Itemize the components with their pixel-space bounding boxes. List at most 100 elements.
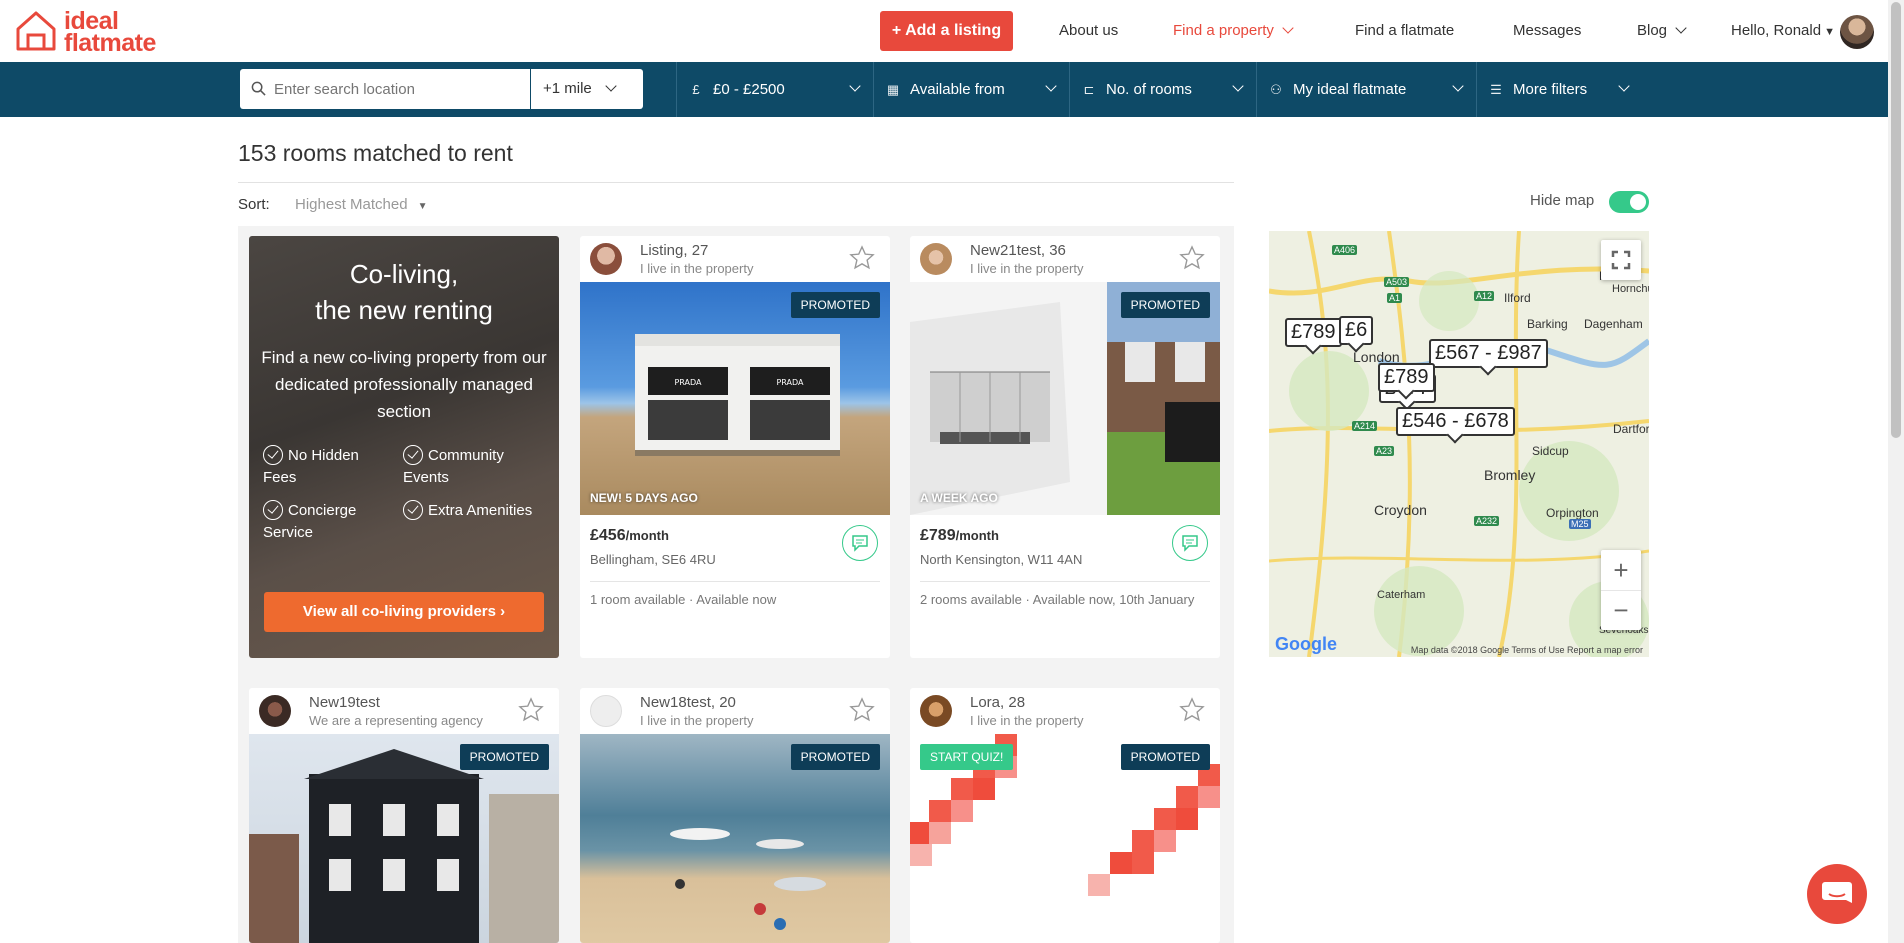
radius-select[interactable]: +1 mile — [531, 69, 643, 109]
svg-text:PRADA: PRADA — [674, 378, 702, 387]
chat-icon — [851, 534, 868, 552]
more-filters[interactable]: ☰ More filters — [1476, 62, 1642, 117]
user-avatar[interactable] — [1840, 15, 1874, 49]
map-place-label: Bromley — [1484, 467, 1536, 483]
listing-card[interactable]: Listing, 27 I live in the property PRADA… — [580, 236, 890, 658]
ideal-flatmate-label: My ideal flatmate — [1293, 81, 1407, 98]
lister-avatar — [259, 695, 291, 727]
map-place-label: Croydon — [1374, 502, 1427, 518]
map-place-label: Dagenham — [1584, 317, 1643, 331]
card-header: Listing, 27 I live in the property — [580, 236, 890, 282]
listing-photo[interactable]: PROMOTED — [580, 734, 890, 943]
map-price-pin[interactable]: £567 - £987 — [1429, 339, 1548, 368]
user-menu[interactable]: Hello, Ronald ▼ — [1731, 22, 1835, 39]
card-header: New21test, 36 I live in the property — [910, 236, 1220, 282]
promoted-badge: PROMOTED — [1120, 744, 1210, 770]
bed-icon: ⊏ — [1083, 82, 1095, 97]
chat-icon — [1822, 882, 1852, 903]
svg-text:PRADA: PRADA — [776, 378, 804, 387]
listing-card[interactable]: Lora, 28 I live in the property START QU… — [910, 688, 1220, 943]
favourite-star-icon[interactable] — [848, 696, 876, 724]
map-fullscreen-button[interactable] — [1601, 240, 1641, 280]
divider — [920, 581, 1210, 582]
chat-widget-button[interactable] — [1807, 864, 1867, 924]
results-map[interactable]: London Ilford Barking Dagenham Bromley C… — [1269, 231, 1649, 657]
divider — [238, 182, 1234, 183]
map-place-label: Dartford — [1613, 422, 1649, 436]
favourite-star-icon[interactable] — [517, 696, 545, 724]
promoted-badge: PROMOTED — [459, 744, 549, 770]
listing-card[interactable]: New18test, 20 I live in the property PRO… — [580, 688, 890, 943]
map-attribution[interactable]: Map data ©2018 Google Terms of Use Repor… — [1411, 645, 1643, 655]
ideal-flatmate-filter[interactable]: ⚇ My ideal flatmate — [1256, 62, 1476, 117]
add-listing-button[interactable]: + Add a listing — [880, 11, 1013, 51]
logo-text: ideal flatmate — [64, 9, 156, 57]
nav-messages[interactable]: Messages — [1513, 22, 1581, 39]
feature-item: Community Events — [403, 445, 533, 489]
map-price-pin[interactable]: £546 - £678 — [1396, 407, 1515, 436]
coliving-title-line-1: Co-living, — [349, 259, 459, 289]
nav-blog[interactable]: Blog — [1637, 22, 1687, 39]
listing-photo[interactable]: PROMOTED A WEEK AGO — [910, 282, 1220, 515]
coliving-title-line-2: the new renting — [315, 295, 493, 325]
rooms-filter[interactable]: ⊏ No. of rooms — [1069, 62, 1256, 117]
listing-photo[interactable]: START QUIZ! PROMOTED — [910, 734, 1220, 943]
feature-item: Extra Amenities — [403, 500, 553, 522]
nav-find-flatmate[interactable]: Find a flatmate — [1355, 22, 1454, 39]
map-place-label: Sidcup — [1532, 444, 1569, 458]
logo-line-2: flatmate — [64, 29, 156, 57]
lister-avatar — [920, 243, 952, 275]
zoom-in-button[interactable]: + — [1601, 550, 1641, 590]
nav-about-us[interactable]: About us — [1059, 22, 1118, 39]
favourite-star-icon[interactable] — [1178, 244, 1206, 272]
lister-avatar — [590, 243, 622, 275]
chevron-down-icon — [1045, 80, 1057, 92]
promoted-badge: PROMOTED — [790, 744, 880, 770]
map-price-pin[interactable]: £789 — [1378, 363, 1435, 392]
zoom-out-button[interactable]: − — [1601, 590, 1641, 630]
listing-photo[interactable]: PRADA PRADA PROMOTED NEW! 5 DAYS AGO — [580, 282, 890, 515]
listing-photo[interactable]: PROMOTED — [249, 734, 559, 943]
sliders-icon: ☰ — [1490, 82, 1502, 97]
fullscreen-icon — [1611, 250, 1631, 270]
available-from-filter[interactable]: ▦ Available from — [873, 62, 1069, 117]
favourite-star-icon[interactable] — [1178, 696, 1206, 724]
chevron-down-icon — [1452, 80, 1464, 92]
message-button[interactable] — [842, 525, 878, 561]
price-amount: £789 — [920, 527, 956, 544]
caret-down-icon: ▼ — [1824, 26, 1835, 38]
scrollbar-thumb[interactable] — [1891, 2, 1901, 438]
map-place-label: Caterham — [1377, 589, 1426, 601]
price-filter[interactable]: £ £0 - £2500 — [676, 62, 873, 117]
map-price-pin[interactable]: £6 — [1339, 316, 1374, 345]
price-period: /month — [955, 528, 999, 543]
top-navigation: ideal flatmate + Add a listing About us … — [0, 0, 1904, 62]
map-price-pin[interactable]: £789 — [1285, 318, 1342, 347]
favourite-star-icon[interactable] — [848, 244, 876, 272]
site-logo[interactable]: ideal flatmate — [14, 9, 174, 57]
road-marker: A214 — [1352, 421, 1378, 431]
lister-role: I live in the property — [640, 713, 754, 728]
sort-select[interactable]: Highest Matched ▼ — [295, 196, 427, 213]
hide-map-toggle[interactable] — [1609, 191, 1649, 213]
search-location-input[interactable] — [274, 69, 524, 109]
listing-card[interactable]: New21test, 36 I live in the property PRO… — [910, 236, 1220, 658]
chevron-down-icon — [1232, 80, 1244, 92]
lister-role: I live in the property — [970, 261, 1084, 276]
start-quiz-button[interactable]: START QUIZ! — [920, 744, 1014, 770]
road-marker: A12 — [1474, 291, 1495, 301]
road-marker: A232 — [1474, 516, 1500, 526]
lister-name: Listing, 27 — [640, 242, 709, 259]
chevron-down-icon — [1282, 22, 1294, 34]
calendar-icon: ▦ — [886, 82, 900, 97]
listing-card[interactable]: New19test We are a representing agency P… — [249, 688, 559, 943]
nav-find-property[interactable]: Find a property — [1173, 22, 1294, 39]
message-button[interactable] — [1172, 525, 1208, 561]
view-coliving-providers-button[interactable]: View all co-living providers › — [264, 592, 544, 632]
check-circle-icon — [263, 445, 283, 465]
lister-role: We are a representing agency — [309, 713, 483, 728]
sort-value: Highest Matched — [295, 196, 408, 213]
google-logo: Google — [1275, 634, 1337, 654]
default-avatar-icon — [590, 695, 622, 727]
pound-icon: £ — [692, 82, 700, 97]
